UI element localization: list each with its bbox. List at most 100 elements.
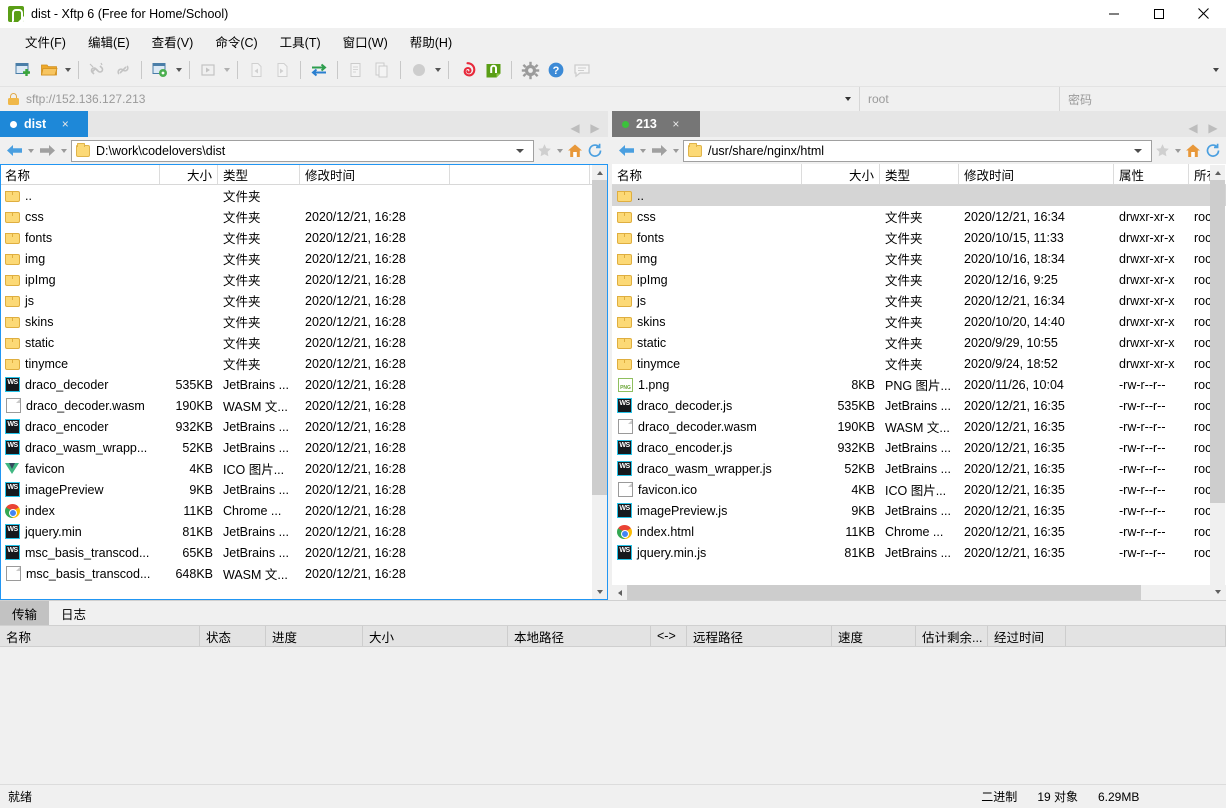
file-row[interactable]: msc_basis_transcod... 648KB WASM 文... 2020/… xyxy=(0,563,608,584)
file-row[interactable]: ipImg 文件夹 2020/12/21, 16:28 xyxy=(0,269,608,290)
tab-scroll-right-icon[interactable]: ▶ xyxy=(1206,119,1220,137)
local-forward-dropdown-icon[interactable] xyxy=(58,140,69,162)
tab-log[interactable]: 日志 xyxy=(49,601,98,625)
file-row[interactable]: draco_encoder.js 932KB JetBrains ... 2020/1… xyxy=(612,437,1226,458)
session-url-field[interactable]: sftp://152.136.127.213 xyxy=(0,87,860,111)
local-back-button[interactable] xyxy=(3,140,25,162)
transfer-column-header-status[interactable]: 状态 xyxy=(200,626,266,646)
remote-scroll-thumb[interactable] xyxy=(1210,180,1225,504)
remote-scroll-track[interactable] xyxy=(1210,180,1225,584)
xshell-icon[interactable] xyxy=(454,57,480,83)
menu-edit[interactable]: 编辑(E) xyxy=(77,29,141,54)
remote-refresh-button[interactable] xyxy=(1203,140,1223,162)
local-file-list[interactable]: 名称 大小 类型 修改时间 .. 文件夹 css 文件夹 2020/12/21, 16:28 f… xyxy=(0,164,608,600)
local-tab-close-icon[interactable]: × xyxy=(58,117,72,131)
column-header-pad[interactable] xyxy=(450,164,590,184)
remote-home-button[interactable] xyxy=(1183,140,1203,162)
transfer-column-header-elapsed[interactable]: 经过时间 xyxy=(988,626,1066,646)
transfer-list-body[interactable] xyxy=(0,647,1226,784)
file-row[interactable]: jquery.min 81KB JetBrains ... 2020/12/21, 1… xyxy=(0,521,608,542)
toolbar-overflow-icon[interactable] xyxy=(1210,62,1222,78)
scroll-up-icon[interactable] xyxy=(1210,165,1225,180)
scroll-up-icon[interactable] xyxy=(592,165,607,180)
remote-horizontal-scrollbar[interactable] xyxy=(612,585,1226,600)
transfer-column-header-pad[interactable] xyxy=(1066,626,1226,646)
menu-help[interactable]: 帮助(H) xyxy=(399,29,463,54)
transfer-column-header-remotepath[interactable]: 远程路径 xyxy=(687,626,832,646)
local-scroll-thumb[interactable] xyxy=(592,180,607,496)
minimize-button[interactable] xyxy=(1091,0,1136,28)
transfer-column-header-progress[interactable]: 进度 xyxy=(266,626,363,646)
file-row[interactable]: tinymce 文件夹 2020/12/21, 16:28 xyxy=(0,353,608,374)
username-field[interactable]: root xyxy=(860,87,1060,111)
local-vertical-scrollbar[interactable] xyxy=(592,165,607,599)
local-back-dropdown-icon[interactable] xyxy=(25,140,36,162)
swap-panes-icon[interactable] xyxy=(306,57,332,83)
local-forward-button[interactable] xyxy=(36,140,58,162)
file-row[interactable]: index.html 11KB Chrome ... 2020/12/21, 16:3… xyxy=(612,521,1226,542)
xftp-icon[interactable] xyxy=(480,57,506,83)
file-row[interactable]: draco_decoder.wasm 190KB WASM 文... 2020/12/… xyxy=(612,416,1226,437)
remote-bookmark-button[interactable] xyxy=(1152,140,1172,162)
file-row[interactable]: js 文件夹 2020/12/21, 16:28 xyxy=(0,290,608,311)
maximize-button[interactable] xyxy=(1136,0,1181,28)
menu-view[interactable]: 查看(V) xyxy=(141,29,205,54)
column-header-size[interactable]: 大小 xyxy=(160,164,218,184)
local-file-list-body[interactable]: .. 文件夹 css 文件夹 2020/12/21, 16:28 fonts 文件夹 2020… xyxy=(0,185,608,600)
remote-forward-button[interactable] xyxy=(648,140,670,162)
file-row[interactable]: jquery.min.js 81KB JetBrains ... 2020/12/21… xyxy=(612,542,1226,563)
file-row[interactable]: draco_decoder.wasm 190KB WASM 文... 2020/12/… xyxy=(0,395,608,416)
column-header-attrs[interactable]: 属性 xyxy=(1114,164,1189,184)
close-button[interactable] xyxy=(1181,0,1226,28)
local-path-input[interactable]: D:\work\codelovers\dist xyxy=(71,139,534,162)
remote-file-list[interactable]: 名称大小类型修改时间属性所有... .. css 文件夹 2020/12/21, 16… xyxy=(612,164,1226,600)
help-icon[interactable]: ? xyxy=(543,57,569,83)
file-row[interactable]: static 文件夹 2020/9/29, 10:55 drwxr-xr-x roc xyxy=(612,332,1226,353)
tab-transfer[interactable]: 传输 xyxy=(0,601,50,625)
remote-back-dropdown-icon[interactable] xyxy=(637,140,648,162)
column-header-mtime[interactable]: 修改时间 xyxy=(300,164,450,184)
local-scroll-track[interactable] xyxy=(592,180,607,584)
remote-hscroll-track[interactable] xyxy=(627,585,1211,600)
file-row[interactable]: js 文件夹 2020/12/21, 16:34 drwxr-xr-x roc xyxy=(612,290,1226,311)
password-field[interactable]: 密码 xyxy=(1060,87,1226,111)
column-header-type[interactable]: 类型 xyxy=(880,164,959,184)
file-row[interactable]: 1.png 8KB PNG 图片... 2020/11/26, 10:04 -rw-r-… xyxy=(612,374,1226,395)
file-row[interactable]: .. 文件夹 xyxy=(0,185,608,206)
file-row[interactable]: favicon 4KB ICO 图片... 2020/12/21, 16:28 xyxy=(0,458,608,479)
column-header-size[interactable]: 大小 xyxy=(802,164,880,184)
file-row[interactable]: css 文件夹 2020/12/21, 16:34 drwxr-xr-x roc xyxy=(612,206,1226,227)
column-header-mtime[interactable]: 修改时间 xyxy=(959,164,1114,184)
file-row[interactable]: imagePreview 9KB JetBrains ... 2020/12/21, … xyxy=(0,479,608,500)
transfer-column-header-speed[interactable]: 速度 xyxy=(832,626,916,646)
scroll-down-icon[interactable] xyxy=(592,584,607,599)
remote-tab-213[interactable]: 213 × xyxy=(612,111,700,137)
tab-scroll-left-icon[interactable]: ◀ xyxy=(1186,119,1200,137)
tab-scroll-right-icon[interactable]: ▶ xyxy=(588,119,602,137)
remote-vertical-scrollbar[interactable] xyxy=(1210,165,1225,599)
file-row[interactable]: ipImg 文件夹 2020/12/16, 9:25 drwxr-xr-x roc xyxy=(612,269,1226,290)
transfer-column-header-name[interactable]: 名称 xyxy=(0,626,200,646)
menu-file[interactable]: 文件(F) xyxy=(14,29,77,54)
scroll-left-icon[interactable] xyxy=(612,585,627,600)
transfer-mode-dropdown-icon[interactable] xyxy=(432,57,443,83)
file-row[interactable]: img 文件夹 2020/12/21, 16:28 xyxy=(0,248,608,269)
file-row[interactable]: favicon.ico 4KB ICO 图片... 2020/12/21, 16:35… xyxy=(612,479,1226,500)
local-bookmark-button[interactable] xyxy=(534,140,554,162)
remote-hscroll-thumb[interactable] xyxy=(627,585,1141,600)
local-path-dropdown-icon[interactable] xyxy=(511,141,529,161)
open-folder-dropdown-icon[interactable] xyxy=(62,57,73,83)
sync-browse-dropdown-icon[interactable] xyxy=(173,57,184,83)
column-header-type[interactable]: 类型 xyxy=(218,164,300,184)
remote-forward-dropdown-icon[interactable] xyxy=(670,140,681,162)
transfer-column-header-eta[interactable]: 估计剩余... xyxy=(916,626,988,646)
menu-tools[interactable]: 工具(T) xyxy=(269,29,332,54)
file-row[interactable]: skins 文件夹 2020/12/21, 16:28 xyxy=(0,311,608,332)
transfer-column-header-size[interactable]: 大小 xyxy=(363,626,508,646)
remote-path-input[interactable]: /usr/share/nginx/html xyxy=(683,139,1152,162)
column-header-name[interactable]: 名称 xyxy=(0,164,160,184)
tab-scroll-left-icon[interactable]: ◀ xyxy=(568,119,582,137)
local-refresh-button[interactable] xyxy=(585,140,605,162)
transfer-column-header-localpath[interactable]: 本地路径 xyxy=(508,626,651,646)
remote-back-button[interactable] xyxy=(615,140,637,162)
